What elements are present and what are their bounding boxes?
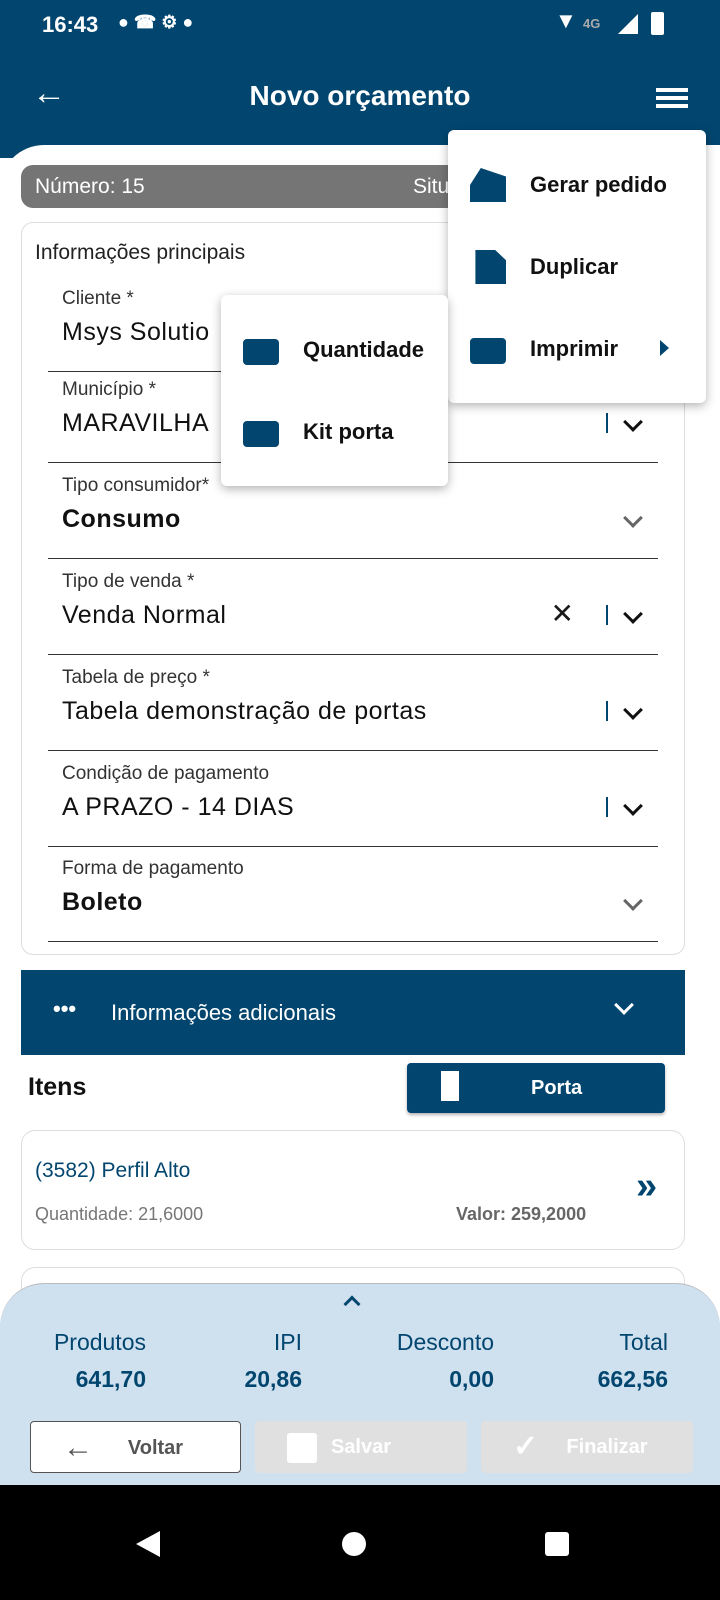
- door-config-icon: [441, 1071, 459, 1101]
- total-geral: Total 662,56: [597, 1329, 668, 1392]
- field-label: Município *: [62, 379, 156, 400]
- notification-icons: ● ☎ ⚙ ●: [118, 12, 194, 32]
- signal-icon: [618, 14, 638, 34]
- field-value: MARAVILHA: [62, 409, 210, 437]
- divider: [606, 797, 608, 817]
- field-label: Forma de pagamento: [62, 858, 244, 879]
- item-value: Valor: 259,2000: [456, 1204, 587, 1224]
- printer-icon: [470, 338, 506, 364]
- chevron-down-icon[interactable]: [623, 796, 643, 816]
- printer-icon: [243, 339, 279, 365]
- field-value: Venda Normal: [62, 601, 227, 629]
- battery-icon: [651, 12, 664, 35]
- field-label: Tabela de preço *: [62, 667, 210, 688]
- chevron-down-icon[interactable]: [623, 891, 643, 911]
- network-type: 4G: [583, 16, 601, 31]
- item-quantity: Quantidade: 21,6000: [35, 1204, 204, 1224]
- divider: [606, 701, 608, 721]
- save-button[interactable]: Salvar: [255, 1421, 467, 1473]
- divider: [606, 413, 608, 433]
- menu-item-imprimir[interactable]: Imprimir: [448, 308, 706, 390]
- wifi-icon: ▼: [555, 8, 577, 33]
- order-icon: [470, 168, 506, 202]
- list-icon[interactable]: [656, 88, 688, 108]
- finish-button[interactable]: ✓ Finalizar: [481, 1421, 693, 1473]
- field-value: Consumo: [62, 505, 181, 533]
- chevron-down-icon[interactable]: [623, 604, 643, 624]
- chevron-down-icon[interactable]: [623, 412, 643, 432]
- chevron-up-icon[interactable]: [343, 1295, 361, 1313]
- field-value: Msys Solutio: [62, 318, 210, 346]
- menu-item-gerar-pedido[interactable]: Gerar pedido: [448, 144, 706, 226]
- total-desconto: Desconto 0,00: [396, 1329, 494, 1392]
- menu-item-kit-porta[interactable]: Kit porta: [221, 391, 448, 473]
- save-icon: [287, 1433, 317, 1463]
- arrow-left-icon: ←: [63, 1431, 93, 1464]
- items-title: Itens: [28, 1073, 87, 1101]
- copy-icon: [475, 250, 506, 284]
- total-produtos: Produtos 641,70: [53, 1329, 146, 1392]
- tabela-preco-field[interactable]: Tabela de preço * Tabela demonstração de …: [48, 655, 658, 751]
- clock: 16:43: [42, 12, 99, 37]
- recents-nav-icon[interactable]: [545, 1532, 569, 1556]
- check-icon: ✓: [513, 1430, 539, 1463]
- field-label: Cliente *: [62, 288, 134, 309]
- condicao-pagamento-field[interactable]: Condição de pagamento A PRAZO - 14 DIAS: [48, 751, 658, 847]
- field-label: Tipo consumidor*: [62, 475, 210, 496]
- item-name: (3582) Perfil Alto: [35, 1159, 191, 1182]
- field-value: Boleto: [62, 888, 143, 916]
- caret-right-icon: [660, 340, 669, 356]
- system-nav-bar: [0, 1485, 720, 1600]
- double-chevron-right-icon[interactable]: »: [636, 1165, 657, 1208]
- additional-info-label: Informações adicionais: [111, 1000, 337, 1025]
- back-nav-icon[interactable]: [136, 1531, 160, 1557]
- situation: Situ: [413, 175, 450, 198]
- forma-pagamento-field[interactable]: Forma de pagamento Boleto: [48, 846, 658, 942]
- door-button-label: Porta: [531, 1077, 583, 1099]
- page-title: Novo orçamento: [249, 80, 471, 111]
- field-label: Condição de pagamento: [62, 763, 270, 784]
- status-bar: 16:43 ● ☎ ⚙ ● ▼ 4G: [0, 0, 720, 48]
- menu-item-quantidade[interactable]: Quantidade: [221, 309, 448, 391]
- door-button[interactable]: Porta: [407, 1063, 665, 1113]
- totals-panel: Produtos 641,70 IPI 20,86 Desconto 0,00 Tot…: [0, 1283, 720, 1485]
- print-submenu: Quantidade Kit porta: [221, 295, 448, 486]
- more-icon: •••: [53, 996, 77, 1021]
- back-button[interactable]: ← Voltar: [30, 1421, 241, 1473]
- field-value: Tabela demonstração de portas: [62, 697, 427, 725]
- list-item[interactable]: (3582) Perfil Alto Quantidade: 21,6000 V…: [21, 1130, 685, 1250]
- tipo-venda-field[interactable]: Tipo de venda * Venda Normal ✕: [48, 559, 658, 655]
- budget-number: Número: 15: [35, 175, 145, 198]
- printer-icon: [243, 421, 279, 447]
- chevron-down-icon: [614, 995, 634, 1015]
- field-label: Tipo de venda *: [62, 571, 195, 592]
- section-title: Informações principais: [35, 241, 246, 264]
- menu-item-duplicar[interactable]: Duplicar: [448, 226, 706, 308]
- chevron-down-icon[interactable]: [623, 700, 643, 720]
- field-value: A PRAZO - 14 DIAS: [62, 793, 295, 821]
- overflow-menu: Gerar pedido Duplicar Imprimir: [448, 130, 706, 403]
- additional-info-bar[interactable]: ••• Informações adicionais: [21, 970, 685, 1055]
- clear-icon[interactable]: ✕: [551, 597, 574, 630]
- total-ipi: IPI 20,86: [244, 1329, 302, 1392]
- home-nav-icon[interactable]: [342, 1532, 366, 1556]
- divider: [606, 605, 608, 625]
- chevron-down-icon[interactable]: [623, 508, 643, 528]
